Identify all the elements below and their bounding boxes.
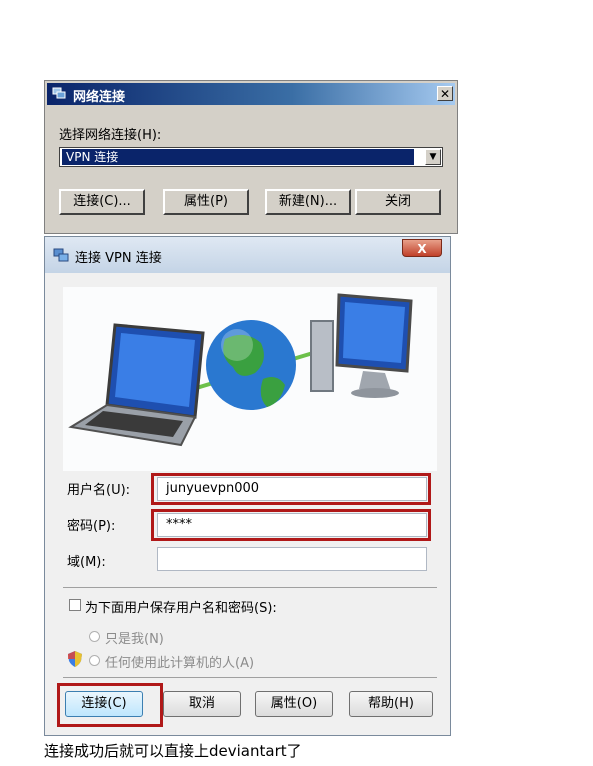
window-title: 网络连接 <box>73 90 126 105</box>
vpn-illustration <box>63 287 437 471</box>
me-only-radio[interactable] <box>89 631 100 642</box>
connection-select-value: VPN 连接 <box>62 149 414 165</box>
new-button[interactable]: 新建(N)... <box>265 189 351 215</box>
anyone-radio[interactable] <box>89 655 100 666</box>
vpn-connect-window: 连接 VPN 连接 X 用户名(U): junyuevpn000 密码(P): … <box>44 236 451 736</box>
close-icon[interactable]: ✕ <box>437 86 453 101</box>
save-credentials-checkbox[interactable] <box>69 599 81 611</box>
caption-text: 连接成功后就可以直接上deviantart了 <box>44 742 302 760</box>
close-icon[interactable]: X <box>402 239 442 257</box>
network-icon <box>53 248 69 262</box>
domain-label: 域(M): <box>67 555 106 570</box>
help-button[interactable]: 帮助(H) <box>349 691 433 717</box>
save-credentials-label: 为下面用户保存用户名和密码(S): <box>85 601 277 616</box>
window-title: 连接 VPN 连接 <box>75 251 162 266</box>
connection-select[interactable]: VPN 连接 ▼ <box>59 147 443 167</box>
me-only-label: 只是我(N) <box>105 632 164 647</box>
select-connection-label: 选择网络连接(H): <box>59 128 162 143</box>
connect-button[interactable]: 连接(C)... <box>59 189 145 215</box>
globe-icon <box>206 320 296 410</box>
title-bar: 网络连接 ✕ <box>47 83 455 105</box>
username-label: 用户名(U): <box>67 483 131 498</box>
anyone-label: 任何使用此计算机的人(A) <box>105 656 255 671</box>
connect-highlight-box <box>57 683 163 727</box>
title-bar: 连接 VPN 连接 X <box>45 237 450 273</box>
network-connections-window: 网络连接 ✕ 选择网络连接(H): VPN 连接 ▼ 连接(C)... 属性(P… <box>44 80 458 234</box>
properties-button[interactable]: 属性(P) <box>163 189 249 215</box>
close-button[interactable]: 关闭 <box>355 189 441 215</box>
password-label: 密码(P): <box>67 519 116 534</box>
divider <box>63 587 437 588</box>
cancel-button[interactable]: 取消 <box>163 691 241 717</box>
properties-button[interactable]: 属性(O) <box>255 691 333 717</box>
chevron-down-icon[interactable]: ▼ <box>425 149 441 165</box>
network-icon <box>52 87 66 99</box>
shield-icon <box>68 651 82 667</box>
username-highlight-box <box>151 473 431 505</box>
domain-field[interactable] <box>157 547 427 571</box>
password-highlight-box <box>151 509 431 541</box>
divider <box>63 677 437 678</box>
